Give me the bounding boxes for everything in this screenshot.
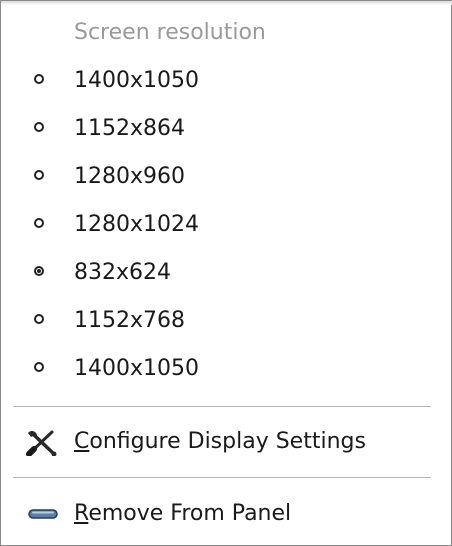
resolution-item[interactable]: 1280x1024 bbox=[1, 202, 451, 248]
tools-icon bbox=[25, 428, 59, 457]
remove-icon bbox=[25, 500, 59, 528]
remove-label: Remove From Panel bbox=[74, 491, 291, 537]
resolution-label: 1400x1050 bbox=[74, 356, 199, 381]
resolution-item[interactable]: 1400x1050 bbox=[1, 346, 451, 392]
resolution-label: 1152x864 bbox=[74, 116, 185, 141]
resolution-item[interactable]: 1152x768 bbox=[1, 298, 451, 344]
menu-separator bbox=[13, 477, 431, 479]
radio-button-checked[interactable] bbox=[34, 266, 44, 276]
radio-button[interactable] bbox=[34, 218, 44, 228]
configure-display-settings-item[interactable]: Configure Display Settings bbox=[1, 419, 451, 465]
radio-button[interactable] bbox=[34, 122, 44, 132]
resolution-label: 1280x960 bbox=[74, 164, 185, 189]
remove-mnemonic: R bbox=[74, 501, 89, 526]
resolution-item[interactable]: 1280x960 bbox=[1, 154, 451, 200]
menu-separator bbox=[13, 406, 431, 408]
radio-button[interactable] bbox=[34, 74, 44, 84]
remove-text: emove From Panel bbox=[88, 501, 292, 526]
configure-mnemonic: C bbox=[74, 429, 90, 454]
resolution-label: 1280x1024 bbox=[74, 212, 199, 237]
resolution-label: 1400x1050 bbox=[74, 68, 199, 93]
menu-top-edge bbox=[1, 1, 452, 5]
resolution-item[interactable]: 1400x1050 bbox=[1, 58, 451, 104]
menu-header: Screen resolution bbox=[74, 20, 266, 45]
resolution-label: 1152x768 bbox=[74, 308, 185, 333]
radio-button[interactable] bbox=[34, 314, 44, 324]
resolution-menu: Screen resolution 1400x1050 1152x864 128… bbox=[0, 0, 452, 546]
resolution-label: 832x624 bbox=[74, 260, 172, 285]
resolution-item-selected[interactable]: 832x624 bbox=[1, 250, 451, 296]
radio-button[interactable] bbox=[34, 362, 44, 372]
configure-text: onfigure Display Settings bbox=[89, 429, 366, 454]
configure-label: Configure Display Settings bbox=[74, 419, 366, 465]
radio-button[interactable] bbox=[34, 170, 44, 180]
resolution-item[interactable]: 1152x864 bbox=[1, 106, 451, 152]
remove-from-panel-item[interactable]: Remove From Panel bbox=[1, 491, 451, 537]
